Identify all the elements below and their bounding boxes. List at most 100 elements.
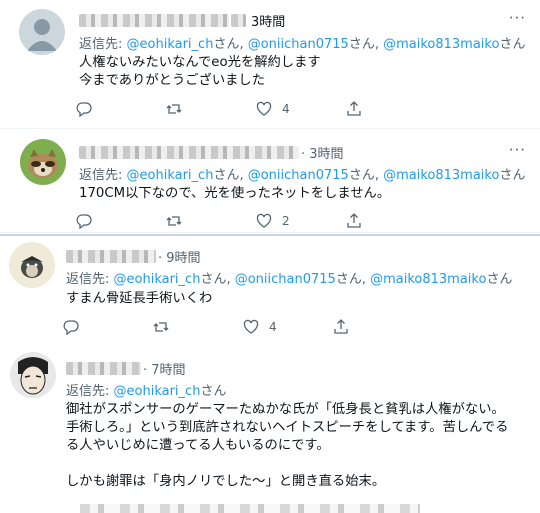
like-count: 4 — [269, 320, 277, 334]
manga-face-avatar[interactable] — [10, 352, 56, 398]
retweet-icon — [166, 104, 182, 114]
action-bar: 2 — [76, 213, 436, 229]
retweet-button[interactable] — [166, 101, 256, 117]
like-count: 4 — [282, 102, 290, 116]
tweet-header: · 3時間 — [79, 143, 344, 162]
honorific: さん — [200, 272, 227, 287]
honorific: さん — [200, 384, 227, 399]
like-button[interactable]: 4 — [256, 101, 346, 117]
reply-to: 返信先: @eohikari_chさん, @oniichan0715さん, @m… — [79, 164, 525, 183]
retweet-icon — [153, 322, 169, 332]
share-icon — [347, 213, 361, 228]
tweet-text: 170CM以下なので、光を使ったネットをしません。 — [79, 185, 390, 203]
blurred-handle — [231, 14, 246, 27]
tweet-line: 170CM以下なので、光を使ったネットをしません。 — [79, 186, 391, 201]
more-icon[interactable]: ··· — [509, 9, 526, 27]
tweet-1[interactable]: 3時間 ··· 返信先: @eohikari_chさん, @oniichan07… — [0, 0, 540, 129]
cut-off-text — [80, 504, 420, 513]
more-icon[interactable]: ··· — [509, 141, 526, 159]
mention-link[interactable]: @maiko813maiko — [370, 272, 486, 287]
reply-icon — [76, 102, 92, 117]
tweet-header: · 9時間 — [66, 247, 201, 266]
like-button[interactable]: 2 — [256, 213, 346, 229]
reply-to: 返信先: @eohikari_chさん — [66, 380, 226, 399]
reply-prefix: 返信先: — [79, 168, 127, 183]
honorific: さん — [213, 168, 240, 183]
mention-link[interactable]: @eohikari_ch — [114, 384, 201, 399]
share-button[interactable] — [346, 213, 436, 229]
mention-link[interactable]: @oniichan0715 — [248, 37, 349, 52]
tweet-2[interactable]: · 3時間 ··· 返信先: @eohikari_chさん, @oniichan… — [0, 129, 540, 233]
honorific: さん — [335, 272, 362, 287]
reply-button[interactable] — [76, 101, 166, 117]
mention-link[interactable]: @eohikari_ch — [114, 272, 201, 287]
retweet-button[interactable] — [166, 213, 256, 229]
separator: , — [361, 272, 371, 287]
raccoon-dog-avatar[interactable] — [20, 139, 66, 185]
tweet-text: すまん骨延長手術いくわ — [66, 290, 212, 308]
like-button[interactable]: 4 — [243, 319, 333, 335]
blurred-display-name — [79, 146, 299, 159]
blurred-display-name — [66, 250, 156, 263]
honorific: さん — [499, 37, 526, 52]
honorific: さん — [348, 168, 375, 183]
tweet-line: 今までありがとうございました — [79, 73, 266, 88]
honorific: さん — [213, 37, 240, 52]
reply-icon — [63, 320, 79, 335]
separator: , — [226, 272, 235, 287]
share-icon — [334, 319, 348, 334]
bird-avatar[interactable] — [9, 242, 55, 288]
blurred-display-name — [66, 362, 141, 375]
retweet-button[interactable] — [153, 319, 243, 335]
like-icon — [256, 101, 272, 116]
blurred-display-name — [79, 14, 229, 27]
like-count: 2 — [282, 214, 290, 228]
mention-link[interactable]: @oniichan0715 — [235, 272, 336, 287]
separator: , — [374, 168, 384, 183]
tweet-line — [66, 455, 508, 473]
honorific: さん — [348, 37, 375, 52]
tweet-header: · 7時間 — [66, 359, 186, 378]
tweet-text: 御社がスポンサーのゲーマーたぬかな氏が「低身長と貧乳は人権がない。 手術しろ。」… — [66, 401, 508, 491]
mention-link[interactable]: @eohikari_ch — [127, 168, 214, 183]
tweet-line: 人権ないみたいなんでeo光を解約します — [79, 55, 321, 70]
mention-link[interactable]: @maiko813maiko — [383, 37, 499, 52]
like-icon — [243, 319, 259, 334]
tweet-line: る人やいじめに遭ってる人もいるのにです。 — [66, 438, 330, 453]
mention-link[interactable]: @oniichan0715 — [248, 168, 349, 183]
reply-prefix: 返信先: — [66, 272, 114, 287]
tweet-time[interactable]: · 9時間 — [158, 247, 201, 266]
share-icon — [347, 101, 361, 116]
share-button[interactable] — [333, 319, 423, 335]
tweet-text: 人権ないみたいなんでeo光を解約します 今までありがとうございました — [79, 54, 321, 90]
action-bar: 4 — [63, 319, 423, 335]
reply-icon — [76, 214, 92, 229]
retweet-icon — [166, 216, 182, 226]
reply-button[interactable] — [63, 319, 153, 335]
tweet-4[interactable]: · 7時間 返信先: @eohikari_chさん 御社がスポンサーのゲーマーた… — [0, 342, 540, 513]
separator: , — [239, 37, 248, 52]
tweet-time[interactable]: · 7時間 — [143, 359, 186, 378]
reply-prefix: 返信先: — [79, 37, 127, 52]
separator: , — [374, 37, 384, 52]
tweet-time[interactable]: 3時間 — [251, 11, 285, 30]
tweet-time[interactable]: · 3時間 — [301, 143, 344, 162]
reply-to: 返信先: @eohikari_chさん, @oniichan0715さん, @m… — [66, 268, 512, 287]
share-button[interactable] — [346, 101, 436, 117]
tweet-header: 3時間 — [79, 11, 285, 30]
tweet-3[interactable]: · 9時間 返信先: @eohikari_chさん, @oniichan0715… — [0, 234, 540, 344]
reply-button[interactable] — [76, 213, 166, 229]
default-avatar[interactable] — [19, 9, 65, 55]
action-bar: 4 — [76, 101, 436, 117]
tweet-line: しかも謝罪は「身内ノリでした〜」と開き直る始末。 — [66, 474, 386, 489]
honorific: さん — [499, 168, 526, 183]
tweet-line: 御社がスポンサーのゲーマーたぬかな氏が「低身長と貧乳は人権がない。 — [66, 402, 505, 417]
mention-link[interactable]: @eohikari_ch — [127, 37, 214, 52]
separator: , — [239, 168, 248, 183]
tweet-line: すまん骨延長手術いくわ — [66, 291, 213, 306]
honorific: さん — [486, 272, 513, 287]
reply-prefix: 返信先: — [66, 384, 114, 399]
reply-to: 返信先: @eohikari_chさん, @oniichan0715さん, @m… — [79, 33, 525, 52]
mention-link[interactable]: @maiko813maiko — [383, 168, 499, 183]
like-icon — [256, 213, 272, 228]
